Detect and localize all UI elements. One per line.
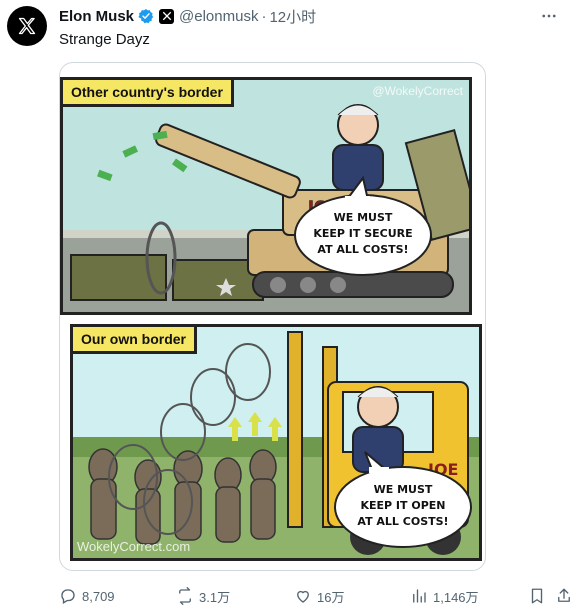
views-icon: [413, 589, 426, 603]
more-icon[interactable]: [537, 4, 561, 28]
post-media-image[interactable]: JOE WE MUST KEEP IT SECURE AT ALL COSTS!…: [59, 62, 486, 571]
x-logo-icon: [18, 17, 36, 35]
panel1-caption: Other country's border: [63, 80, 234, 107]
panel2-speech-line-3: AT ALL COSTS!: [357, 515, 448, 528]
panel1-speech-line-2: KEEP IT SECURE: [313, 227, 412, 240]
panel2-illustration: JOE WE MUST KEEP IT OPEN AT ALL COSTS!: [73, 327, 479, 558]
share-button[interactable]: [555, 585, 573, 607]
views-count: 1,146万: [433, 589, 479, 605]
reply-count: 8,709: [82, 588, 115, 604]
repost-icon: [179, 587, 191, 605]
post-text: Strange Dayz: [59, 31, 150, 48]
panel2-speech-line-1: WE MUST: [374, 483, 433, 496]
reply-icon: [61, 589, 75, 604]
like-icon: [297, 590, 309, 603]
post-timestamp[interactable]: 12小时: [269, 6, 316, 27]
repost-button[interactable]: 3.1万: [176, 585, 230, 607]
repost-count: 3.1万: [199, 589, 231, 605]
views-button[interactable]: 1,146万: [410, 585, 479, 607]
share-icon: [558, 588, 570, 602]
panel1-speech-line-1: WE MUST: [334, 211, 393, 224]
reply-button[interactable]: 8,709: [59, 585, 115, 607]
x-affiliate-badge-icon: [159, 8, 175, 24]
author-name[interactable]: Elon Musk: [59, 8, 134, 25]
bookmark-icon: [531, 588, 543, 604]
author-handle[interactable]: @elonmusk: [179, 8, 258, 25]
separator-dot: ·: [261, 7, 267, 25]
bookmark-button[interactable]: [528, 585, 551, 607]
comic-panel-2: JOE WE MUST KEEP IT OPEN AT ALL COSTS! O…: [70, 324, 482, 561]
panel1-illustration: JOE WE MUST KEEP IT SECURE AT ALL COSTS!: [63, 80, 469, 312]
comic-panel-1: JOE WE MUST KEEP IT SECURE AT ALL COSTS!…: [60, 77, 472, 315]
panel1-speech-line-3: AT ALL COSTS!: [317, 243, 408, 256]
like-button[interactable]: 16万: [294, 585, 344, 607]
like-count: 16万: [317, 589, 345, 605]
verified-badge-icon: [138, 9, 154, 24]
post-header: Elon Musk @elonmusk · 12小时: [59, 6, 563, 26]
panel2-speech-line-2: KEEP IT OPEN: [360, 499, 445, 512]
avatar[interactable]: [7, 6, 47, 46]
panel2-watermark: WokelyCorrect.com: [77, 539, 191, 554]
action-bar: 8,709 3.1万 16万 1,146万: [59, 585, 570, 607]
panel2-caption: Our own border: [73, 327, 197, 354]
panel1-watermark: @WokelyCorrect: [372, 84, 463, 98]
